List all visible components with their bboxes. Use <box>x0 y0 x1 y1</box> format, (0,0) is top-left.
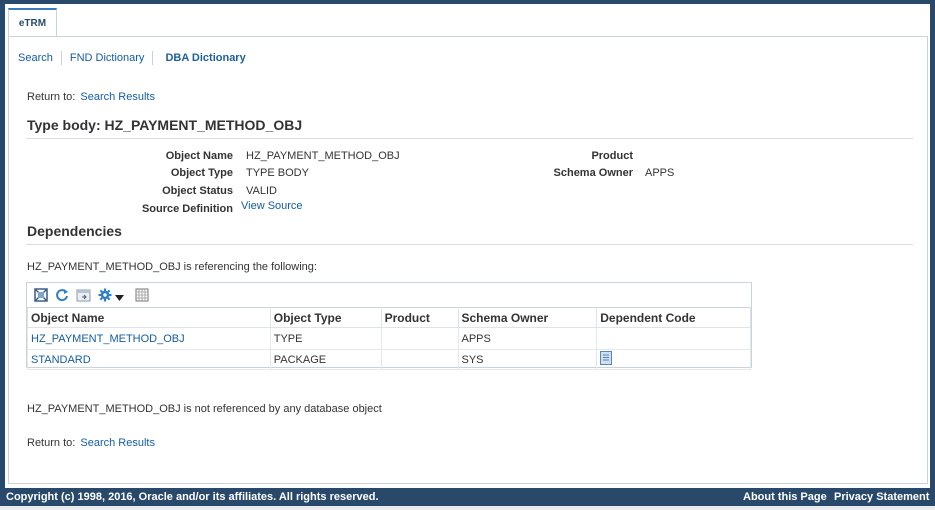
main-content: Search FND Dictionary DBA Dictionary Retur… <box>8 36 928 484</box>
product-cell <box>380 349 459 370</box>
column-header-object-type[interactable]: Object Type <box>269 307 382 328</box>
privacy-statement-link[interactable]: Privacy Statement <box>834 491 929 503</box>
source-definition-label: Source Definition <box>141 203 233 215</box>
return-to-top: Return to: Search Results <box>27 91 155 103</box>
dependencies-table: Object Name Object Type Product Schema O… <box>27 307 751 370</box>
column-header-object-name[interactable]: Object Name <box>27 307 271 328</box>
footer: Copyright (c) 1998, 2016, Oracle and/or … <box>0 488 935 506</box>
table-row[interactable]: STANDARD PACKAGE SYS <box>27 349 751 370</box>
detach-icon[interactable] <box>34 288 48 302</box>
object-type-label: Object Type <box>170 167 233 179</box>
copyright-text: Copyright (c) 1998, 2016, Oracle and/or … <box>6 491 379 503</box>
table-header-row: Object Name Object Type Product Schema O… <box>27 307 751 328</box>
about-this-page-link[interactable]: About this Page <box>743 491 827 503</box>
sub-navigation: Search FND Dictionary DBA Dictionary <box>18 51 262 65</box>
return-to-label: Return to: <box>27 91 76 103</box>
product-label: Product <box>591 150 633 162</box>
search-results-link[interactable]: Search Results <box>80 91 155 103</box>
dependencies-divider <box>26 244 913 245</box>
export-icon[interactable] <box>76 288 91 302</box>
object-status-label: Object Status <box>162 185 233 197</box>
object-name-link[interactable]: HZ_PAYMENT_METHOD_OBJ <box>31 333 185 345</box>
nav-dba-dictionary-link[interactable]: DBA Dictionary <box>165 51 253 65</box>
schema-owner-value: APPS <box>645 167 675 179</box>
schema-owner-label: Schema Owner <box>553 167 633 179</box>
object-name-label: Object Name <box>165 150 233 162</box>
bottom-strip <box>0 506 935 510</box>
tab-strip: eTRM <box>5 4 930 37</box>
dependencies-table-panel: Object Name Object Type Product Schema O… <box>26 282 752 370</box>
not-referenced-text: HZ_PAYMENT_METHOD_OBJ is not referenced … <box>27 403 382 415</box>
table-row[interactable]: HZ_PAYMENT_METHOD_OBJ TYPE APPS <box>27 327 751 350</box>
product-cell <box>380 327 459 350</box>
dependencies-heading: Dependencies <box>27 223 122 239</box>
tab-etrm[interactable]: eTRM <box>8 8 57 37</box>
dropdown-arrow-icon[interactable] <box>115 292 124 301</box>
dependent-code-cell <box>596 349 751 370</box>
object-type-cell: TYPE <box>269 327 382 350</box>
object-type-cell: PACKAGE <box>269 349 382 370</box>
nav-search-link[interactable]: Search <box>18 51 62 65</box>
schema-owner-cell: APPS <box>457 327 598 350</box>
gear-icon[interactable] <box>98 288 112 302</box>
title-divider <box>26 138 913 139</box>
object-name-link[interactable]: STANDARD <box>31 354 91 366</box>
refresh-icon[interactable] <box>55 288 69 302</box>
freeze-columns-icon[interactable] <box>135 288 149 302</box>
object-type-value: TYPE BODY <box>246 167 309 179</box>
object-name-value: HZ_PAYMENT_METHOD_OBJ <box>246 150 400 162</box>
document-icon[interactable] <box>600 351 613 368</box>
return-to-label: Return to: <box>27 437 76 449</box>
column-header-product[interactable]: Product <box>380 307 459 328</box>
search-results-link[interactable]: Search Results <box>80 437 155 449</box>
return-to-bottom: Return to: Search Results <box>27 437 155 449</box>
referencing-text: HZ_PAYMENT_METHOD_OBJ is referencing the… <box>27 261 317 273</box>
dependent-code-cell <box>596 327 751 350</box>
nav-fnd-dictionary-link[interactable]: FND Dictionary <box>70 51 154 65</box>
page-title: Type body: HZ_PAYMENT_METHOD_OBJ <box>27 117 303 133</box>
view-source-link[interactable]: View Source <box>241 200 303 212</box>
schema-owner-cell: SYS <box>457 349 598 370</box>
column-header-dependent-code[interactable]: Dependent Code <box>596 307 751 328</box>
table-toolbar <box>27 283 751 307</box>
page-frame: eTRM Search FND Dictionary DBA Dictionary … <box>5 4 930 488</box>
column-header-schema-owner[interactable]: Schema Owner <box>457 307 598 328</box>
object-status-value: VALID <box>246 185 277 197</box>
